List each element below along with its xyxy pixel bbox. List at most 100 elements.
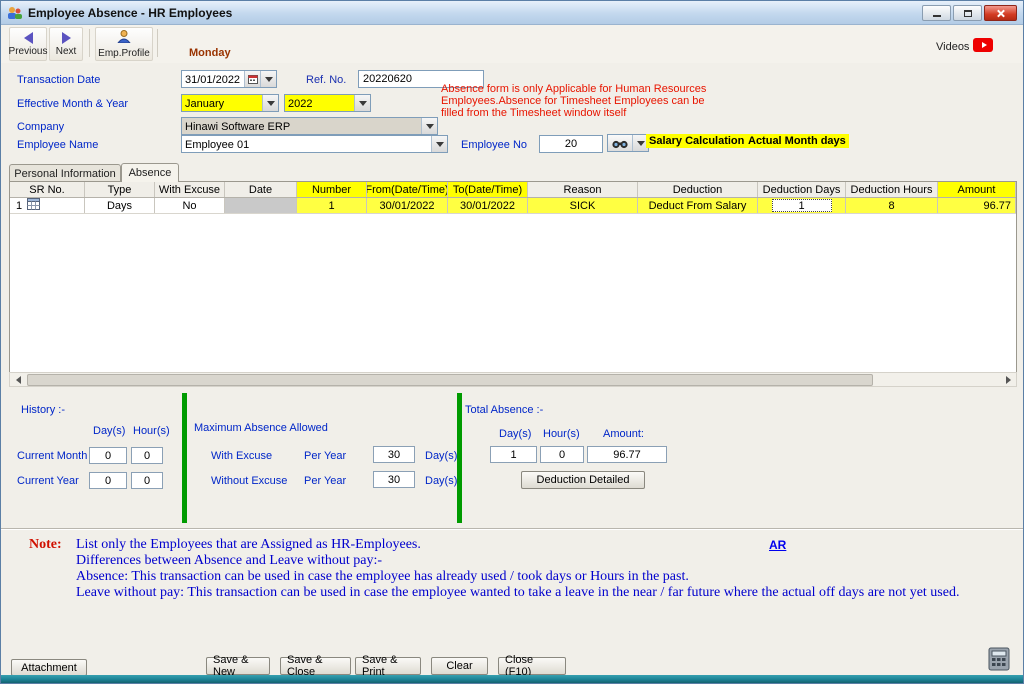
cell-type[interactable]: Days bbox=[85, 198, 155, 213]
without-excuse-label: Without Excuse bbox=[211, 475, 288, 487]
chevron-down-icon[interactable] bbox=[260, 71, 276, 87]
without-excuse-value[interactable]: 30 bbox=[373, 471, 415, 488]
effective-year-select[interactable]: 2022 bbox=[284, 94, 371, 112]
total-hours-label: Hour(s) bbox=[543, 428, 580, 440]
chevron-down-icon[interactable] bbox=[354, 95, 370, 111]
cell-to-date[interactable]: 30/01/2022 bbox=[448, 198, 528, 213]
total-days-label: Day(s) bbox=[499, 428, 532, 440]
previous-button[interactable]: Previous bbox=[9, 27, 47, 61]
deduction-days-input[interactable]: 1 bbox=[771, 199, 832, 212]
effective-month-year-label: Effective Month & Year bbox=[17, 98, 129, 110]
chevron-down-icon[interactable] bbox=[431, 136, 447, 152]
scrollbar-thumb[interactable] bbox=[27, 374, 873, 386]
with-excuse-value[interactable]: 30 bbox=[373, 446, 415, 463]
col-header-sr-no: SR No. bbox=[10, 182, 85, 197]
company-select[interactable]: Hinawi Software ERP bbox=[181, 117, 438, 135]
col-header-type: Type bbox=[85, 182, 155, 197]
employee-name-select[interactable]: Employee 01 bbox=[181, 135, 448, 153]
col-header-to-date: To(Date/Time) bbox=[448, 182, 528, 197]
row-detail-icon[interactable] bbox=[27, 198, 41, 213]
with-excuse-label: With Excuse bbox=[211, 450, 273, 462]
cell-date bbox=[225, 198, 297, 213]
bottom-strip bbox=[1, 675, 1023, 683]
days-unit-label: Day(s) bbox=[425, 475, 458, 487]
transaction-date-label: Transaction Date bbox=[17, 74, 101, 86]
arrow-left-icon bbox=[23, 31, 33, 44]
company-label: Company bbox=[17, 121, 65, 133]
total-amount-value: 96.77 bbox=[587, 446, 667, 463]
save-print-button[interactable]: Save & Print bbox=[355, 654, 421, 678]
per-year-label: Per Year bbox=[304, 450, 347, 462]
effective-month-select[interactable]: January bbox=[181, 94, 279, 112]
current-month-hours-value: 0 bbox=[131, 447, 163, 464]
scroll-left-button[interactable] bbox=[10, 373, 26, 386]
chevron-down-icon[interactable] bbox=[262, 95, 278, 111]
attachment-button[interactable]: Attachment bbox=[11, 659, 87, 676]
grid-empty-area[interactable] bbox=[10, 214, 1016, 372]
ar-language-link[interactable]: AR bbox=[769, 538, 786, 552]
total-amount-label: Amount: bbox=[603, 428, 644, 440]
col-header-number: Number bbox=[297, 182, 367, 197]
current-year-days-value: 0 bbox=[89, 472, 127, 489]
minimize-button[interactable] bbox=[922, 5, 951, 21]
videos-label[interactable]: Videos bbox=[936, 41, 969, 53]
transaction-date-input[interactable]: 31/01/2022 bbox=[181, 70, 277, 88]
actual-month-days-link[interactable]: Actual Month days bbox=[745, 134, 849, 148]
ref-no-label: Ref. No. bbox=[306, 74, 347, 86]
section-divider bbox=[1, 528, 1023, 530]
note-label: Note: bbox=[29, 537, 62, 552]
cell-deduction-days[interactable]: 1 bbox=[758, 198, 846, 213]
toolbar-separator bbox=[89, 29, 90, 57]
history-hours-header: Hour(s) bbox=[133, 425, 170, 437]
toolbar: Previous Next Emp.Profile bbox=[1, 25, 1023, 63]
cell-deduction[interactable]: Deduct From Salary bbox=[638, 198, 758, 213]
col-header-from-date: From(Date/Time) bbox=[367, 182, 448, 197]
current-month-label: Current Month bbox=[17, 450, 88, 462]
maximize-button[interactable] bbox=[953, 5, 982, 21]
close-button[interactable] bbox=[984, 5, 1017, 21]
calendar-icon[interactable] bbox=[244, 71, 260, 87]
binoculars-icon bbox=[608, 135, 632, 151]
clear-button[interactable]: Clear bbox=[431, 657, 488, 675]
employee-absence-window: Employee Absence - HR Employees Previous… bbox=[0, 0, 1024, 684]
employee-no-input[interactable]: 20 bbox=[539, 135, 603, 153]
cell-reason[interactable]: SICK bbox=[528, 198, 638, 213]
cell-amount[interactable]: 96.77 bbox=[938, 198, 1016, 213]
person-icon bbox=[116, 29, 132, 46]
scroll-right-button[interactable] bbox=[1000, 373, 1016, 386]
weekday-label: Monday bbox=[189, 47, 231, 59]
note-text: List only the Employees that are Assigne… bbox=[76, 537, 960, 600]
save-new-button[interactable]: Save & New bbox=[206, 654, 270, 678]
col-header-date: Date bbox=[225, 182, 297, 197]
calculator-icon[interactable] bbox=[987, 647, 1011, 676]
green-divider bbox=[457, 393, 462, 523]
tab-personal-information[interactable]: Personal Information bbox=[9, 164, 121, 182]
video-play-icon[interactable] bbox=[973, 38, 993, 52]
emp-profile-button[interactable]: Emp.Profile bbox=[95, 27, 153, 61]
tab-absence[interactable]: Absence bbox=[121, 163, 179, 182]
employee-search-button[interactable] bbox=[607, 134, 649, 152]
chevron-down-icon[interactable] bbox=[421, 118, 437, 134]
col-header-with-excuse: With Excuse bbox=[155, 182, 225, 197]
current-month-days-value: 0 bbox=[89, 447, 127, 464]
close-f10-button[interactable]: Close (F10) bbox=[498, 654, 566, 678]
history-days-header: Day(s) bbox=[93, 425, 126, 437]
table-row: 1 Days No 1 30/01/2022 30/01/2022 SICK D… bbox=[10, 198, 1016, 214]
next-button[interactable]: Next bbox=[49, 27, 83, 61]
cell-from-date[interactable]: 30/01/2022 bbox=[367, 198, 448, 213]
cell-sr-no[interactable]: 1 bbox=[10, 198, 85, 213]
cell-number[interactable]: 1 bbox=[297, 198, 367, 213]
cell-with-excuse[interactable]: No bbox=[155, 198, 225, 213]
employee-name-label: Employee Name bbox=[17, 139, 99, 151]
col-header-amount: Amount bbox=[938, 182, 1016, 197]
horizontal-scrollbar[interactable] bbox=[9, 372, 1017, 387]
absence-warning-text: Absence form is only Applicable for Huma… bbox=[441, 83, 707, 119]
salary-calculation-link[interactable]: Salary Calculation bbox=[646, 134, 748, 148]
close-icon bbox=[996, 9, 1005, 18]
current-year-hours-value: 0 bbox=[131, 472, 163, 489]
deduction-detailed-button[interactable]: Deduction Detailed bbox=[521, 471, 645, 489]
cell-deduction-hours[interactable]: 8 bbox=[846, 198, 938, 213]
save-close-button[interactable]: Save & Close bbox=[280, 654, 351, 678]
total-hours-value: 0 bbox=[540, 446, 584, 463]
maximize-icon bbox=[963, 9, 972, 17]
